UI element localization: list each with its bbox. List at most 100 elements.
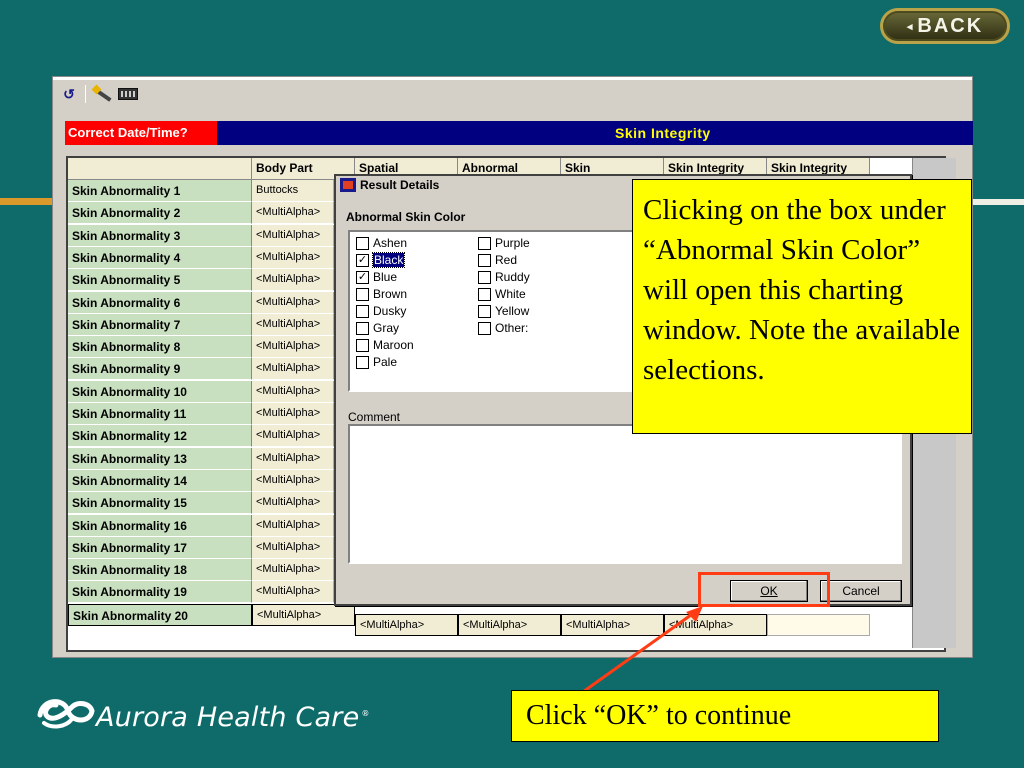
checkbox-icon[interactable]	[356, 338, 369, 352]
table-cell[interactable]: <MultiAlpha>	[252, 514, 334, 537]
row-label: Skin Abnormality 5	[68, 269, 252, 292]
checked-icon[interactable]: ✓	[356, 253, 369, 267]
option-checkbox[interactable]: Ruddy	[478, 270, 530, 284]
comment-label: Comment	[348, 410, 401, 424]
table-cell[interactable]: <MultiAlpha>	[252, 559, 334, 582]
table-cell[interactable]: <MultiAlpha>	[252, 224, 334, 247]
row-label: Skin Abnormality 13	[68, 447, 252, 470]
grid-header-corner	[68, 158, 252, 180]
table-cell-empty[interactable]	[767, 614, 870, 636]
row-label: Skin Abnormality 9	[68, 358, 252, 381]
toolbar-separator	[85, 85, 86, 103]
table-cell[interactable]: <MultiAlpha>	[252, 246, 334, 269]
checked-icon[interactable]: ✓	[356, 270, 369, 284]
option-label: Dusky	[373, 304, 407, 318]
table-cell[interactable]: <MultiAlpha>	[252, 536, 334, 559]
option-checkbox[interactable]: ✓ Black	[356, 252, 406, 268]
table-cell[interactable]: <MultiAlpha>	[252, 447, 334, 470]
option-checkbox[interactable]: Dusky	[356, 304, 406, 318]
table-cell[interactable]: <MultiAlpha>	[252, 469, 334, 492]
table-cell[interactable]: <MultiAlpha>	[252, 291, 334, 314]
section-title: Skin Integrity	[615, 125, 711, 141]
option-label: Ruddy	[495, 270, 530, 284]
aurora-logo-icon	[37, 699, 95, 729]
checkbox-icon[interactable]	[356, 287, 369, 301]
checkbox-icon[interactable]	[356, 355, 369, 369]
option-label: Maroon	[373, 338, 414, 352]
cancel-button-label: Cancel	[842, 584, 880, 598]
comment-field[interactable]	[348, 424, 902, 564]
row-label: Skin Abnormality 14	[68, 469, 252, 492]
row-label: Skin Abnormality 12	[68, 425, 252, 448]
option-checkbox[interactable]: ✓ Blue	[356, 270, 397, 284]
row-label: Skin Abnormality 1	[68, 180, 252, 202]
table-cell[interactable]: <MultiAlpha>	[252, 492, 334, 515]
row-label: Skin Abnormality 19	[68, 581, 252, 604]
option-label: White	[495, 287, 526, 301]
table-cell[interactable]: <MultiAlpha>	[252, 380, 334, 403]
option-label: Other:	[495, 321, 529, 335]
option-label: Purple	[495, 236, 530, 250]
option-label: Black	[371, 252, 406, 268]
row-label: Skin Abnormality 17	[68, 536, 252, 559]
option-checkbox[interactable]: White	[478, 287, 526, 301]
refresh-icon[interactable]: ↺	[59, 84, 79, 104]
toolbar: ↺	[59, 83, 138, 105]
wand-icon[interactable]	[91, 84, 112, 103]
option-checkbox[interactable]: Other:	[478, 321, 528, 335]
checkbox-icon[interactable]	[478, 287, 491, 301]
option-checkbox[interactable]: Pale	[356, 355, 397, 369]
table-cell[interactable]: <MultiAlpha>	[252, 358, 334, 381]
table-cell[interactable]: <MultiAlpha>	[252, 425, 334, 448]
row-label: Skin Abnormality 4	[68, 246, 252, 269]
table-cell[interactable]: <MultiAlpha>	[252, 313, 334, 336]
option-label: Brown	[373, 287, 408, 301]
back-button[interactable]: ◂ BACK	[880, 8, 1010, 44]
option-checkbox[interactable]: Red	[478, 253, 517, 267]
row-label: Skin Abnormality 20	[68, 603, 252, 626]
group-label: Abnormal Skin Color	[346, 210, 466, 224]
checkbox-icon[interactable]	[356, 236, 369, 250]
checkbox-icon[interactable]	[478, 304, 491, 318]
table-cell[interactable]: <MultiAlpha>	[252, 269, 334, 292]
cancel-button[interactable]: Cancel	[820, 580, 902, 602]
table-cell[interactable]: <MultiAlpha>	[355, 614, 458, 636]
option-checkbox[interactable]: Purple	[478, 236, 530, 250]
row-label: Skin Abnormality 7	[68, 313, 252, 336]
option-checkbox[interactable]: Maroon	[356, 338, 414, 352]
row-label: Skin Abnormality 16	[68, 514, 252, 537]
aurora-logo: Aurora Health Care ®	[34, 688, 370, 733]
table-cell[interactable]: <MultiAlpha>	[252, 403, 334, 425]
table-cell[interactable]: <MultiAlpha>	[252, 336, 334, 359]
checkbox-icon[interactable]	[356, 304, 369, 318]
logo-text: Aurora Health Care ®	[96, 702, 370, 733]
checkbox-icon[interactable]	[478, 236, 491, 250]
row-label: Skin Abnormality 3	[68, 224, 252, 247]
table-cell[interactable]: <MultiAlpha>	[252, 581, 334, 604]
correct-date-button[interactable]: Correct Date/Time?	[65, 121, 217, 145]
option-checkbox[interactable]: Ashen	[356, 236, 407, 250]
row-label: Skin Abnormality 6	[68, 291, 252, 314]
option-checkbox[interactable]: Gray	[356, 321, 399, 335]
checkbox-icon[interactable]	[356, 321, 369, 335]
option-label: Red	[495, 253, 518, 267]
row-label: Skin Abnormality 11	[68, 403, 252, 425]
callout-arrow	[579, 606, 703, 696]
option-checkbox[interactable]: Brown	[356, 287, 407, 301]
option-label: Pale	[373, 355, 398, 369]
table-cell[interactable]: <MultiAlpha>	[458, 614, 561, 636]
checkbox-icon[interactable]	[478, 321, 491, 335]
checkbox-icon[interactable]	[478, 253, 491, 267]
keyboard-icon[interactable]	[118, 88, 138, 100]
table-cell[interactable]: Buttocks	[252, 180, 334, 202]
ok-instruction-callout: Click “OK” to continue	[511, 690, 939, 742]
option-label: Gray	[373, 321, 400, 335]
option-label: Yellow	[495, 304, 530, 318]
row-label: Skin Abnormality 10	[68, 380, 252, 403]
row-label: Skin Abnormality 8	[68, 336, 252, 359]
dialog-title-bar[interactable]: Result Details	[340, 178, 439, 192]
option-checkbox[interactable]: Yellow	[478, 304, 529, 318]
table-cell[interactable]: <MultiAlpha>	[252, 603, 355, 626]
table-cell[interactable]: <MultiAlpha>	[252, 202, 334, 225]
checkbox-icon[interactable]	[478, 270, 491, 284]
